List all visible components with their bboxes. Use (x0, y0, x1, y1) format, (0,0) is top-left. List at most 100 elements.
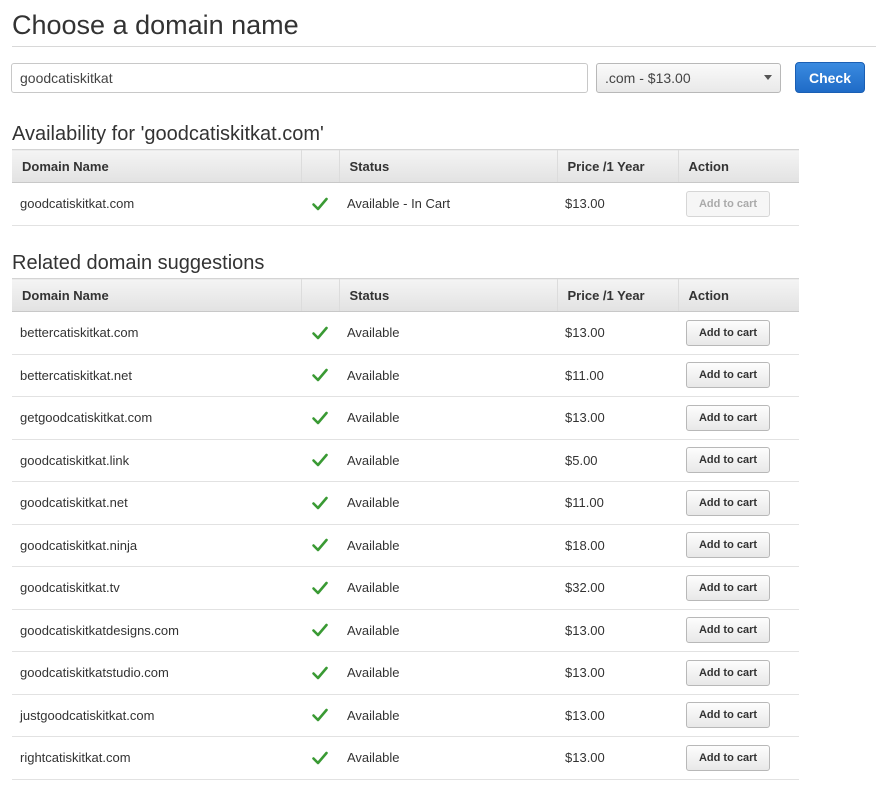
domain-price: $13.00 (557, 609, 678, 652)
action-cell: Add to cart (678, 182, 799, 226)
domain-status: Available (339, 736, 557, 780)
table-row: justgoodcatiskitkat.com Available $13.00 Ad… (12, 694, 799, 737)
available-indicator (301, 736, 339, 780)
checkmark-icon (312, 538, 328, 552)
table-row: goodcatiskitkat.tv Available $32.00 Add to … (12, 566, 799, 610)
checkmark-icon (312, 751, 328, 765)
domain-status: Available (339, 524, 557, 567)
checkmark-icon (312, 368, 328, 382)
domain-status: Available (339, 396, 557, 440)
available-indicator (301, 396, 339, 440)
add-to-cart-button[interactable]: Add to cart (686, 489, 770, 516)
table-row: goodcatiskitkat.link Available $5.00 Add to… (12, 439, 799, 482)
domain-price: $11.00 (557, 354, 678, 397)
add-to-cart-button[interactable]: Add to cart (686, 659, 770, 686)
domain-name: goodcatiskitkat.ninja (12, 524, 301, 567)
domain-name: goodcatiskitkat.com (12, 182, 301, 226)
available-indicator (301, 481, 339, 525)
available-indicator (301, 609, 339, 652)
domain-price: $13.00 (557, 651, 678, 695)
table-header-row: Domain Name Status Price /1 Year Action (12, 149, 799, 183)
domain-name: getgoodcatiskitkat.com (12, 396, 301, 440)
check-button[interactable]: Check (795, 62, 865, 93)
domain-name: bettercatiskitkat.com (12, 311, 301, 355)
domain-status: Available (339, 439, 557, 482)
checkmark-icon (312, 666, 328, 680)
available-indicator (301, 182, 339, 226)
action-cell: Add to cart (678, 396, 799, 440)
add-to-cart-button[interactable]: Add to cart (686, 744, 770, 771)
suggestion-rows: bettercatiskitkat.com Available $13.00 Add … (12, 311, 799, 780)
column-header-domain: Domain Name (12, 278, 301, 312)
suggestions-title: Related domain suggestions (12, 252, 265, 274)
add-to-cart-button[interactable]: Add to cart (686, 617, 770, 644)
domain-search-input[interactable] (11, 63, 588, 93)
table-row: bettercatiskitkat.com Available $13.00 Add … (12, 311, 799, 355)
action-cell: Add to cart (678, 609, 799, 652)
add-to-cart-button[interactable]: Add to cart (686, 190, 770, 217)
table-row: goodcatiskitkatdesigns.com Available $13.0… (12, 609, 799, 652)
suggestions-table: Domain Name Status Price /1 Year Action … (12, 278, 799, 780)
column-header-action: Action (677, 278, 799, 312)
action-cell: Add to cart (678, 354, 799, 397)
column-header-domain: Domain Name (12, 149, 301, 183)
action-cell: Add to cart (678, 736, 799, 780)
add-to-cart-button[interactable]: Add to cart (686, 362, 770, 389)
domain-status: Available (339, 651, 557, 695)
table-row: goodcatiskitkat.net Available $11.00 Add to… (12, 481, 799, 525)
domain-name: goodcatiskitkat.link (12, 439, 301, 482)
checkmark-icon (312, 411, 328, 425)
add-to-cart-button[interactable]: Add to cart (686, 574, 770, 601)
domain-price: $11.00 (557, 481, 678, 525)
checkmark-icon (312, 197, 328, 211)
add-to-cart-button[interactable]: Add to cart (686, 404, 770, 431)
domain-name: bettercatiskitkat.net (12, 354, 301, 397)
column-header-check (300, 278, 339, 312)
column-header-price: Price /1 Year (556, 278, 678, 312)
availability-table: Domain Name Status Price /1 Year Action … (12, 149, 799, 226)
checkmark-icon (312, 326, 328, 340)
available-indicator (301, 566, 339, 610)
available-indicator (301, 651, 339, 695)
action-cell: Add to cart (678, 566, 799, 610)
domain-status: Available (339, 354, 557, 397)
domain-name: goodcatiskitkatstudio.com (12, 651, 301, 695)
domain-status: Available (339, 609, 557, 652)
domain-name: rightcatiskitkat.com (12, 736, 301, 780)
domain-name: goodcatiskitkat.tv (12, 566, 301, 610)
table-row: rightcatiskitkat.com Available $13.00 Add t… (12, 736, 799, 780)
domain-price: $18.00 (557, 524, 678, 567)
available-indicator (301, 524, 339, 567)
tld-select[interactable]: .com - $13.00 (596, 63, 781, 93)
domain-price: $13.00 (557, 396, 678, 440)
column-header-status: Status (338, 149, 557, 183)
action-cell: Add to cart (678, 481, 799, 525)
domain-price: $13.00 (557, 311, 678, 355)
column-header-price: Price /1 Year (556, 149, 678, 183)
domain-price: $13.00 (557, 694, 678, 737)
domain-price: $5.00 (557, 439, 678, 482)
add-to-cart-button[interactable]: Add to cart (686, 319, 770, 346)
domain-price: $13.00 (557, 182, 678, 226)
domain-status: Available (339, 566, 557, 610)
domain-name: goodcatiskitkat.net (12, 481, 301, 525)
checkmark-icon (312, 581, 328, 595)
table-row: goodcatiskitkat.ninja Available $18.00 Add … (12, 524, 799, 567)
available-indicator (301, 694, 339, 737)
table-row: bettercatiskitkat.net Available $11.00 Add … (12, 354, 799, 397)
add-to-cart-button[interactable]: Add to cart (686, 447, 770, 474)
checkmark-icon (312, 623, 328, 637)
page-title: Choose a domain name (12, 10, 299, 40)
availability-title: Availability for 'goodcatiskitkat.com' (12, 123, 324, 145)
chevron-down-icon (764, 75, 772, 80)
action-cell: Add to cart (678, 524, 799, 567)
add-to-cart-button[interactable]: Add to cart (686, 702, 770, 729)
domain-status: Available (339, 481, 557, 525)
table-row: getgoodcatiskitkat.com Available $13.00 Add… (12, 396, 799, 440)
domain-name: goodcatiskitkatdesigns.com (12, 609, 301, 652)
domain-price: $13.00 (557, 736, 678, 780)
add-to-cart-button[interactable]: Add to cart (686, 532, 770, 559)
domain-status: Available (339, 694, 557, 737)
available-indicator (301, 354, 339, 397)
domain-name: justgoodcatiskitkat.com (12, 694, 301, 737)
